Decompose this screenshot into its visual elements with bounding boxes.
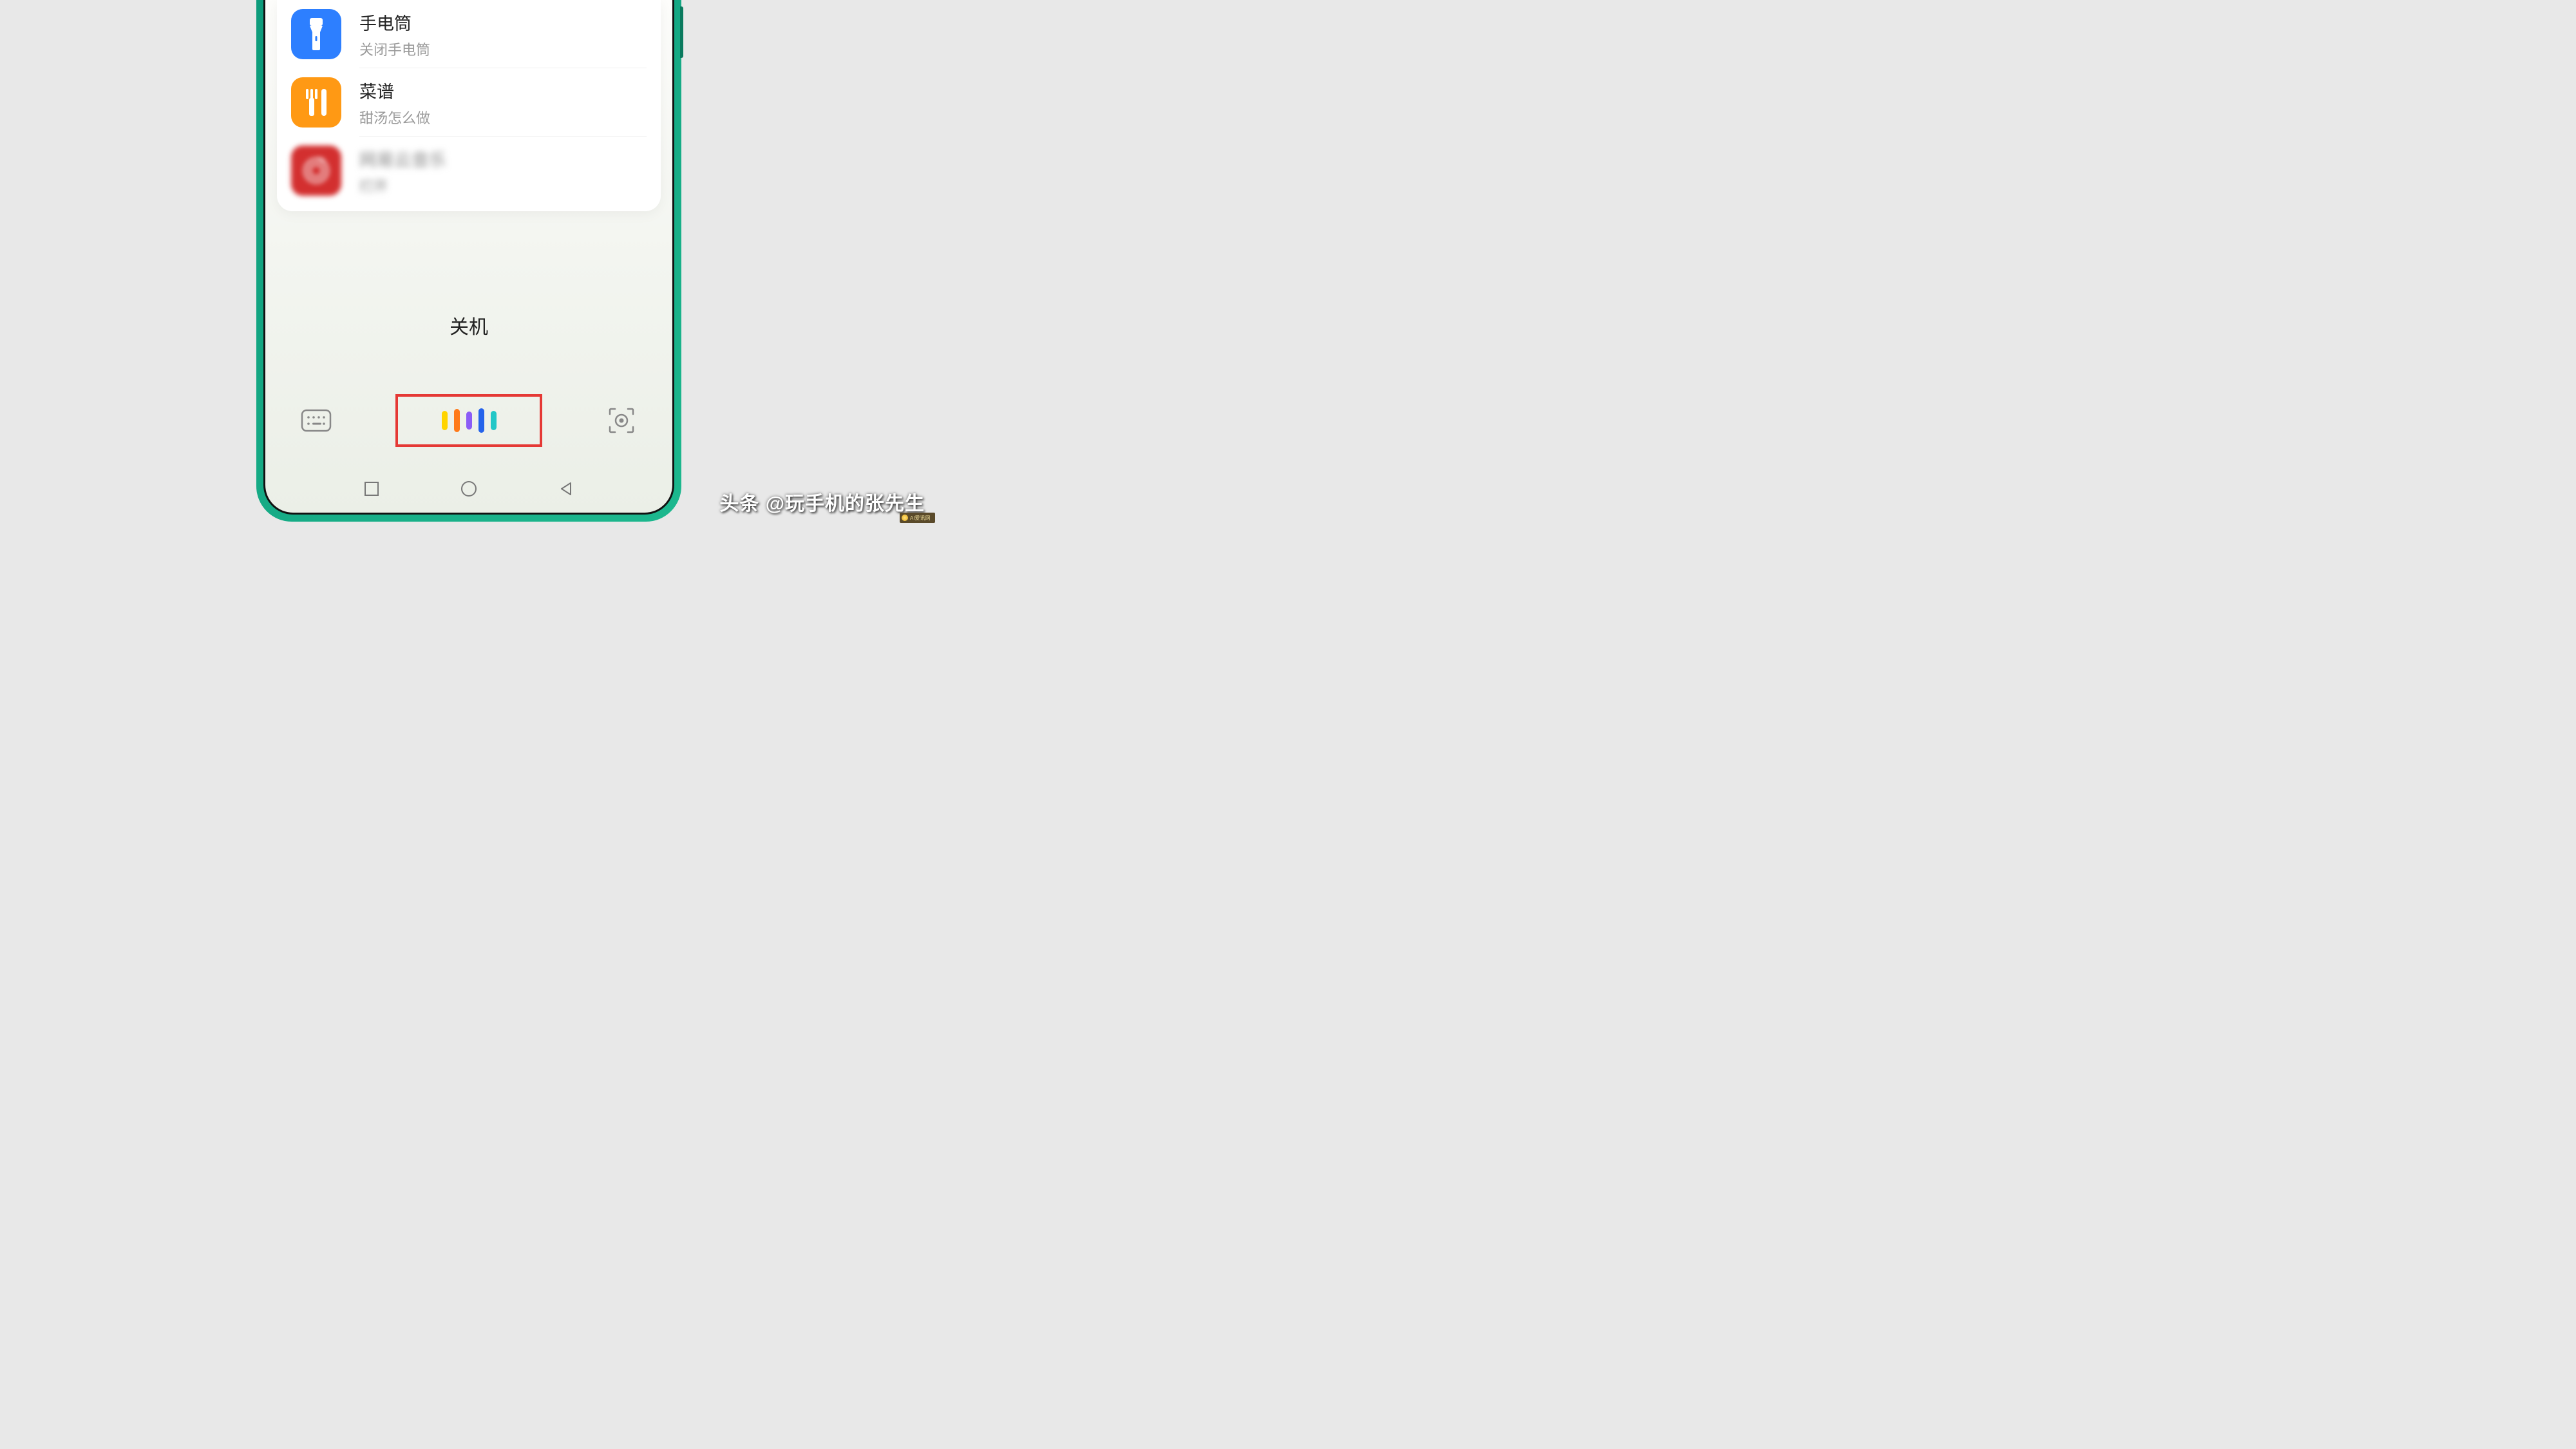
voice-bar (454, 409, 460, 432)
suggestion-item-recipe[interactable]: 菜谱 甜汤怎么做 (277, 68, 661, 137)
scan-icon[interactable] (606, 408, 637, 433)
phone-frame: 手电筒 关闭手电筒 菜谱 甜汤怎么做 (256, 0, 681, 522)
phone-side-button (680, 6, 683, 58)
music-icon (291, 146, 341, 196)
badge-text: AI爱讯网 (910, 515, 931, 522)
voice-bar (478, 408, 484, 433)
nav-recent-icon[interactable] (362, 479, 381, 498)
suggestion-subtitle: 甜汤怎么做 (359, 107, 647, 128)
suggestion-title: 菜谱 (359, 78, 647, 103)
suggestion-item-music[interactable]: 网易云音乐 打开 (277, 137, 661, 205)
phone-screen: 手电筒 关闭手电筒 菜谱 甜汤怎么做 (263, 0, 674, 515)
voice-bar (466, 412, 472, 430)
suggestion-text: 菜谱 甜汤怎么做 (359, 78, 647, 128)
keyboard-icon[interactable] (301, 408, 332, 433)
voice-waveform-highlighted[interactable] (395, 394, 542, 447)
voice-bar (491, 411, 497, 430)
source-badge: AI爱讯网 (900, 513, 935, 523)
suggestion-subtitle: 关闭手电筒 (359, 39, 647, 59)
suggestion-item-flashlight[interactable]: 手电筒 关闭手电筒 (277, 0, 661, 68)
voice-command-text: 关机 (265, 311, 672, 339)
suggestion-subtitle: 打开 (359, 175, 647, 196)
suggestion-text-blurred: 网易云音乐 打开 (359, 146, 647, 196)
watermark-text: 头条 @玩手机的张先生 (719, 488, 925, 516)
assistant-toolbar (265, 394, 672, 447)
suggestion-title: 网易云音乐 (359, 146, 647, 171)
badge-icon (902, 515, 908, 521)
voice-bar (442, 411, 448, 430)
suggestion-card: 手电筒 关闭手电筒 菜谱 甜汤怎么做 (277, 0, 661, 211)
suggestion-text: 手电筒 关闭手电筒 (359, 10, 647, 59)
android-nav-bar (265, 479, 672, 498)
flashlight-icon (291, 9, 341, 59)
recipe-icon (291, 77, 341, 128)
suggestion-title: 手电筒 (359, 10, 647, 35)
nav-back-icon[interactable] (556, 479, 576, 498)
nav-home-icon[interactable] (459, 479, 478, 498)
